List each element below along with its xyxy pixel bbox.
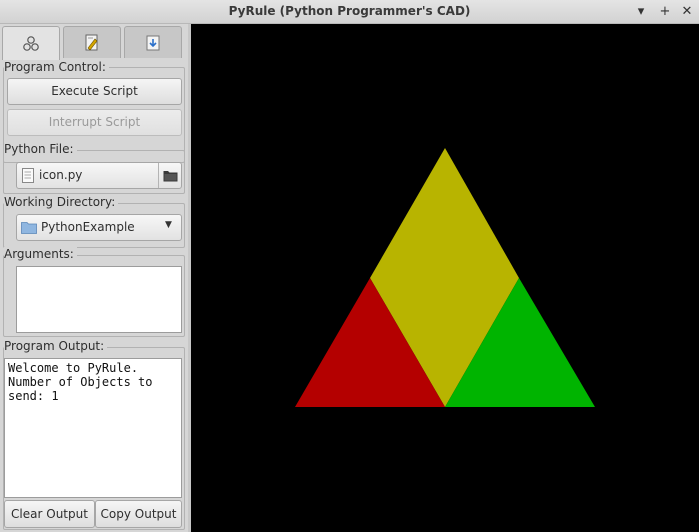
cad-viewport[interactable] <box>191 24 699 532</box>
folder-icon <box>21 222 37 234</box>
python-file-value: icon.py <box>39 168 83 182</box>
copy-output-button[interactable]: Copy Output <box>95 500 182 528</box>
window-title: PyRule (Python Programmer's CAD) <box>228 4 471 18</box>
execute-script-button[interactable]: Execute Script <box>7 78 182 105</box>
program-output-label: Program Output: <box>4 339 108 353</box>
window-titlebar: PyRule (Python Programmer's CAD) ▾ + ✕ <box>0 0 699 24</box>
molecule-icon <box>23 35 39 51</box>
tab-objects[interactable] <box>2 26 60 60</box>
tab-export[interactable] <box>124 26 182 58</box>
python-file-picker[interactable]: icon.py <box>16 162 182 189</box>
working-directory-value: PythonExample <box>41 220 135 234</box>
program-control-label: Program Control: <box>4 60 109 74</box>
arguments-input[interactable] <box>16 266 182 333</box>
download-icon <box>146 35 160 50</box>
python-file-label: Python File: <box>4 142 77 156</box>
file-icon <box>22 168 34 183</box>
viewport-render <box>295 148 595 407</box>
document-edit-icon <box>85 34 98 50</box>
interrupt-script-button[interactable]: Interrupt Script <box>7 109 182 136</box>
minimize-icon[interactable]: ▾ <box>632 3 650 21</box>
maximize-icon[interactable]: + <box>656 3 674 21</box>
clear-output-button[interactable]: Clear Output <box>4 500 95 528</box>
working-directory-select[interactable]: PythonExample ▼ <box>16 214 182 241</box>
working-directory-label: Working Directory: <box>4 195 119 209</box>
sidebar: Program Control: Execute Script Interrup… <box>0 24 188 532</box>
folder-browse-icon[interactable] <box>163 169 178 182</box>
arguments-label: Arguments: <box>4 247 77 261</box>
program-output-text[interactable]: Welcome to PyRule. Number of Objects to … <box>4 358 182 498</box>
picker-divider <box>158 163 159 188</box>
tab-editor[interactable] <box>63 26 121 58</box>
tab-bar <box>2 26 186 60</box>
chevron-down-icon: ▼ <box>165 220 172 230</box>
close-icon[interactable]: ✕ <box>678 3 696 21</box>
